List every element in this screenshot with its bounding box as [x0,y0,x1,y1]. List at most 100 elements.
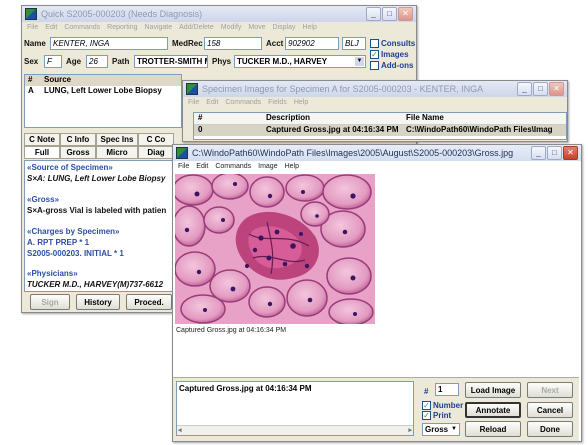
row-file-name: C:\WindoPath60\WindoPath Files\Imag [406,125,553,134]
menu-commands[interactable]: Commands [215,163,251,170]
row-number: 0 [198,125,203,134]
tab-spec-ins[interactable]: Spec Ins [96,133,138,146]
viewer-control-panel: Captured Gross.jpg at 04:16:34 PM ◂ ▸ # … [173,377,579,441]
annotate-button[interactable]: Annotate [465,402,521,418]
cancel-button[interactable]: Cancel [527,402,573,418]
specimen-titlebar[interactable]: Specimen Images for Specimen A for S2005… [183,81,567,97]
proced-button[interactable]: Proced. [126,294,172,310]
minimize-icon[interactable]: _ [531,146,546,160]
load-image-button[interactable]: Load Image [465,382,521,398]
chevron-down-icon[interactable]: ▼ [450,425,458,434]
specimen-micrograph [175,174,375,324]
scroll-right-icon[interactable]: ▸ [408,426,412,434]
horizontal-scrollbar[interactable]: ◂ ▸ [177,425,413,435]
menu-commands[interactable]: Commands [225,99,261,106]
images-table: # Description File Name 0 Captured Gross… [193,112,567,140]
menu-reporting[interactable]: Reporting [107,24,137,31]
menu-move[interactable]: Move [248,24,265,31]
menu-navigate[interactable]: Navigate [145,24,173,31]
annotation-text: Captured Gross.jpg at 04:16:34 PM [179,384,312,393]
number-checkbox[interactable]: ✓ [422,401,431,410]
menu-file[interactable]: File [188,99,199,106]
images-label: Images [381,50,409,59]
report-line: S×A: LUNG, Left Lower Lobe Biopsy [27,174,166,183]
viewer-menubar: File Edit Commands Image Help [173,161,581,172]
reload-button[interactable]: Reload [465,421,521,437]
menu-edit[interactable]: Edit [45,24,57,31]
menu-help[interactable]: Help [285,163,299,170]
menu-edit[interactable]: Edit [196,163,208,170]
menu-commands[interactable]: Commands [64,24,100,31]
tab-full[interactable]: Full [24,146,60,159]
menu-file[interactable]: File [178,163,189,170]
medrec-field[interactable]: 158 [204,37,262,50]
specimen-list-header: # Source [25,75,181,86]
phys-field[interactable]: TUCKER M.D., HARVEY ▼ [234,55,366,68]
menu-fields[interactable]: Fields [268,99,287,106]
images-checkbox[interactable]: ✓ [370,50,379,59]
minimize-icon[interactable]: _ [366,7,381,21]
scroll-left-icon[interactable]: ◂ [178,426,182,434]
chevron-down-icon[interactable]: ▼ [355,57,364,66]
path-label: Path [112,57,130,66]
quick-titlebar[interactable]: Quick S2005-000203 (Needs Diagnosis) _ □… [22,6,416,22]
menu-modify[interactable]: Modify [221,24,242,31]
acct-field[interactable]: 902902 [285,37,339,50]
number-field[interactable]: 1 [435,383,459,396]
menu-help[interactable]: Help [294,99,308,106]
report-line: TUCKER M.D., HARVEY(M)737-6612 [27,280,164,289]
next-button[interactable]: Next [527,382,573,398]
tab-c-info[interactable]: C Info [60,133,96,146]
menu-add-delete[interactable]: Add/Delete [179,24,214,31]
sign-button[interactable]: Sign [30,294,70,310]
source-col: Source [44,75,72,84]
consults-checkbox[interactable] [370,39,379,48]
menu-edit[interactable]: Edit [206,99,218,106]
viewer-titlebar[interactable]: C:\WindoPath60\WindoPath Files\Images\20… [173,145,581,161]
image-caption: Captured Gross.jpg at 04:16:34 PM [176,327,287,334]
specimen-row[interactable]: A LUNG, Left Lower Lobe Biopsy [25,86,181,97]
phys-label: Phys [212,57,232,66]
report-heading: «Physicians» [27,269,78,278]
blj-field[interactable]: BLJ [342,37,366,50]
annotation-textbox[interactable]: Captured Gross.jpg at 04:16:34 PM ◂ ▸ [176,381,414,436]
report-heading: «Source of Specimen» [27,163,113,172]
addons-label: Add-ons [381,61,414,70]
menu-file[interactable]: File [27,24,38,31]
report-line: A. RPT PREP * 1 [27,238,90,247]
tab-c-note[interactable]: C Note [24,133,60,146]
tab-gross[interactable]: Gross [60,146,96,159]
minimize-icon[interactable]: _ [517,82,532,96]
history-button[interactable]: History [76,294,120,310]
close-icon[interactable]: ✕ [549,82,564,96]
close-icon[interactable]: ✕ [563,146,578,160]
maximize-icon[interactable]: □ [547,146,562,160]
hash-col: # [28,75,33,84]
tab-micro[interactable]: Micro [96,146,138,159]
phys-value: TUCKER M.D., HARVEY [237,57,328,66]
specimen-menubar: File Edit Commands Fields Help [183,97,567,108]
menu-display[interactable]: Display [273,24,296,31]
app-icon [176,147,188,159]
name-label: Name [24,39,46,48]
maximize-icon[interactable]: □ [533,82,548,96]
specimen-list: # Source A LUNG, Left Lower Lobe Biopsy [24,74,182,128]
maximize-icon[interactable]: □ [382,7,397,21]
done-button[interactable]: Done [527,421,573,437]
addons-checkbox[interactable] [370,61,379,70]
report-line: S×A-gross Vial is labeled with patien [27,206,167,215]
tab-c-co[interactable]: C Co [138,133,174,146]
path-field[interactable]: TROTTER-SMITH MD, [134,55,208,68]
images-table-row[interactable]: 0 Captured Gross.jpg at 04:16:34 PM C:\W… [194,125,566,136]
name-field[interactable]: KENTER, INGA [50,37,168,50]
print-checkbox[interactable]: ✓ [422,411,431,420]
age-field[interactable]: 26 [86,55,108,68]
sex-field[interactable]: F [44,55,62,68]
report-heading: «Gross» [27,195,60,204]
tab-diag[interactable]: Diag [138,146,174,159]
close-icon[interactable]: ✕ [398,7,413,21]
image-type-select[interactable]: Gross ▼ [422,423,460,436]
menu-help[interactable]: Help [302,24,316,31]
report-area[interactable]: «Source of Specimen» S×A: LUNG, Left Low… [24,160,181,292]
menu-image[interactable]: Image [258,163,277,170]
